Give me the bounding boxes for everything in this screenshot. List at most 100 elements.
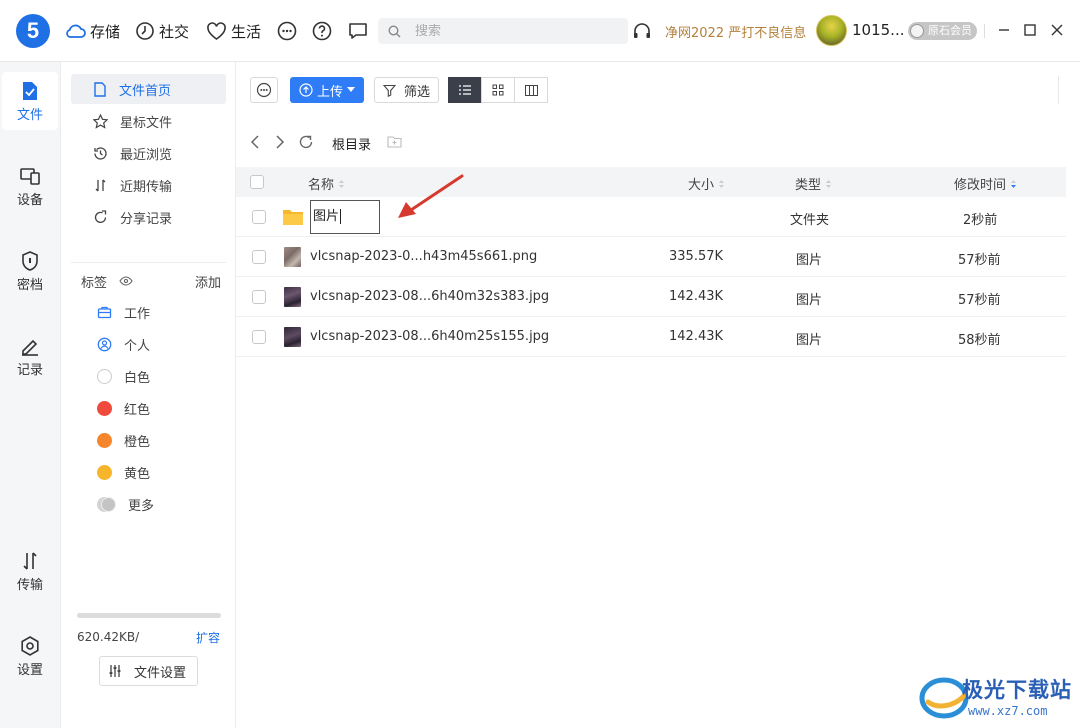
shield-icon xyxy=(22,251,38,271)
tag-orange[interactable]: 橙色 xyxy=(97,427,150,453)
column-type-label: 类型 xyxy=(795,178,822,193)
history-icon xyxy=(94,146,107,160)
sort-desc-icon xyxy=(1011,179,1017,188)
refresh-icon[interactable] xyxy=(298,134,314,150)
help-icon[interactable] xyxy=(311,20,333,42)
tag-work[interactable]: 工作 xyxy=(97,299,150,325)
row-checkbox[interactable] xyxy=(252,330,266,344)
close-icon[interactable] xyxy=(1047,20,1067,40)
more-icon xyxy=(256,82,272,98)
side-item-shares[interactable]: 分享记录 xyxy=(71,202,226,232)
tag-label: 橙色 xyxy=(124,434,151,450)
side-item-recent[interactable]: 最近浏览 xyxy=(71,138,226,168)
promo-link[interactable]: 净网2022 严打不良信息 xyxy=(665,22,806,41)
row-type: 图片 xyxy=(796,333,823,348)
column-name[interactable]: 名称 xyxy=(308,174,345,193)
tag-yellow[interactable]: 黄色 xyxy=(97,459,150,485)
minimize-icon[interactable] xyxy=(994,20,1014,40)
rail-item-label: 设置 xyxy=(16,663,43,678)
more-icon[interactable] xyxy=(276,20,298,42)
username[interactable]: 1015... xyxy=(852,21,904,39)
row-checkbox[interactable] xyxy=(252,290,266,304)
tab-social[interactable]: 社交 xyxy=(135,18,189,44)
side-item-starred[interactable]: 星标文件 xyxy=(71,106,226,136)
new-folder-icon[interactable] xyxy=(387,135,402,148)
headset-icon[interactable] xyxy=(631,20,653,42)
column-view-button[interactable] xyxy=(514,77,548,103)
document-icon xyxy=(94,81,106,97)
breadcrumb: 根目录 xyxy=(236,126,1080,160)
share-icon xyxy=(94,209,107,223)
divider xyxy=(984,24,985,38)
select-all-checkbox[interactable] xyxy=(250,175,264,189)
upload-icon xyxy=(299,83,313,97)
side-item-transfers[interactable]: 近期传输 xyxy=(71,170,226,200)
orange-dot-icon xyxy=(97,432,112,448)
annotation-arrow-icon xyxy=(398,174,464,218)
table-row[interactable]: vlcsnap-2023-08...6h40m25s155.jpg 142.43… xyxy=(236,317,1066,357)
more-actions-button[interactable] xyxy=(250,77,278,103)
row-checkbox[interactable] xyxy=(252,210,266,224)
column-modified[interactable]: 修改时间 xyxy=(954,174,1017,193)
rail-item-file[interactable]: 文件 xyxy=(2,72,58,130)
tag-red[interactable]: 红色 xyxy=(97,395,150,421)
avatar[interactable] xyxy=(816,15,847,46)
search-box[interactable] xyxy=(378,18,628,44)
filter-label: 筛选 xyxy=(403,84,430,100)
list-view-button[interactable] xyxy=(448,77,482,103)
tab-storage[interactable]: 存储 xyxy=(64,18,120,44)
tag-personal[interactable]: 个人 xyxy=(97,331,150,357)
eye-icon[interactable] xyxy=(119,275,133,287)
side-item-home[interactable]: 文件首页 xyxy=(71,74,226,104)
file-settings-button[interactable]: 文件设置 xyxy=(99,656,198,686)
app-logo[interactable]: 5 xyxy=(16,14,50,48)
rail-item-vault[interactable]: 密档 xyxy=(2,242,58,300)
list-icon xyxy=(459,85,471,95)
storage-quota-bar xyxy=(77,613,221,618)
rail-item-settings[interactable]: 设置 xyxy=(2,627,58,685)
vip-badge[interactable]: 原石会员 xyxy=(908,22,977,40)
tag-more[interactable]: 更多 xyxy=(97,491,154,517)
grid-view-button[interactable] xyxy=(481,77,515,103)
row-checkbox[interactable] xyxy=(252,250,266,264)
table-row[interactable]: vlcsnap-2023-0...h43m45s661.png 335.57K … xyxy=(236,237,1066,277)
side-item-label: 近期传输 xyxy=(120,179,173,195)
person-icon xyxy=(97,337,112,351)
rail-item-transfer[interactable]: 传输 xyxy=(2,542,58,600)
heart-icon xyxy=(207,21,226,40)
back-arrow-icon[interactable] xyxy=(248,134,262,150)
column-size-label: 大小 xyxy=(688,178,715,193)
filter-icon xyxy=(382,84,396,97)
tag-label: 更多 xyxy=(128,498,155,514)
tab-storage-label: 存储 xyxy=(90,22,121,41)
breadcrumb-root[interactable]: 根目录 xyxy=(332,134,371,153)
add-tag-button[interactable]: 添加 xyxy=(195,272,221,291)
expand-storage-link[interactable]: 扩容 xyxy=(196,629,220,646)
upload-button[interactable]: 上传 xyxy=(290,77,364,103)
column-type[interactable]: 类型 xyxy=(795,174,832,193)
rail-item-device[interactable]: 设备 xyxy=(2,157,58,215)
row-modified: 57秒前 xyxy=(958,253,1001,268)
maximize-icon[interactable] xyxy=(1020,20,1040,40)
toolbar-divider xyxy=(1058,76,1059,104)
forward-arrow-icon[interactable] xyxy=(273,134,287,150)
table-row[interactable]: vlcsnap-2023-08...6h40m32s383.jpg 142.43… xyxy=(236,277,1066,317)
side-item-label: 分享记录 xyxy=(120,211,173,227)
row-type: 文件夹 xyxy=(790,213,830,228)
row-size: 335.57K xyxy=(669,249,724,264)
tab-life[interactable]: 生活 xyxy=(206,18,261,44)
star-icon xyxy=(93,113,108,129)
view-mode-toggle xyxy=(448,77,548,103)
tag-white[interactable]: 白色 xyxy=(97,363,150,389)
watermark-text: 极光下载站 xyxy=(962,678,1072,702)
message-icon[interactable] xyxy=(347,20,369,42)
search-input[interactable] xyxy=(415,23,595,39)
tags-title: 标签 xyxy=(81,276,108,291)
table-row[interactable]: 图片 文件夹 2秒前 xyxy=(236,197,1066,237)
filter-button[interactable]: 筛选 xyxy=(374,77,439,103)
rail-item-notes[interactable]: 记录 xyxy=(2,327,58,385)
rail-item-label: 传输 xyxy=(16,578,43,593)
file-icon xyxy=(23,82,37,100)
rename-input[interactable]: 图片 xyxy=(310,200,380,234)
column-size[interactable]: 大小 xyxy=(688,174,725,193)
